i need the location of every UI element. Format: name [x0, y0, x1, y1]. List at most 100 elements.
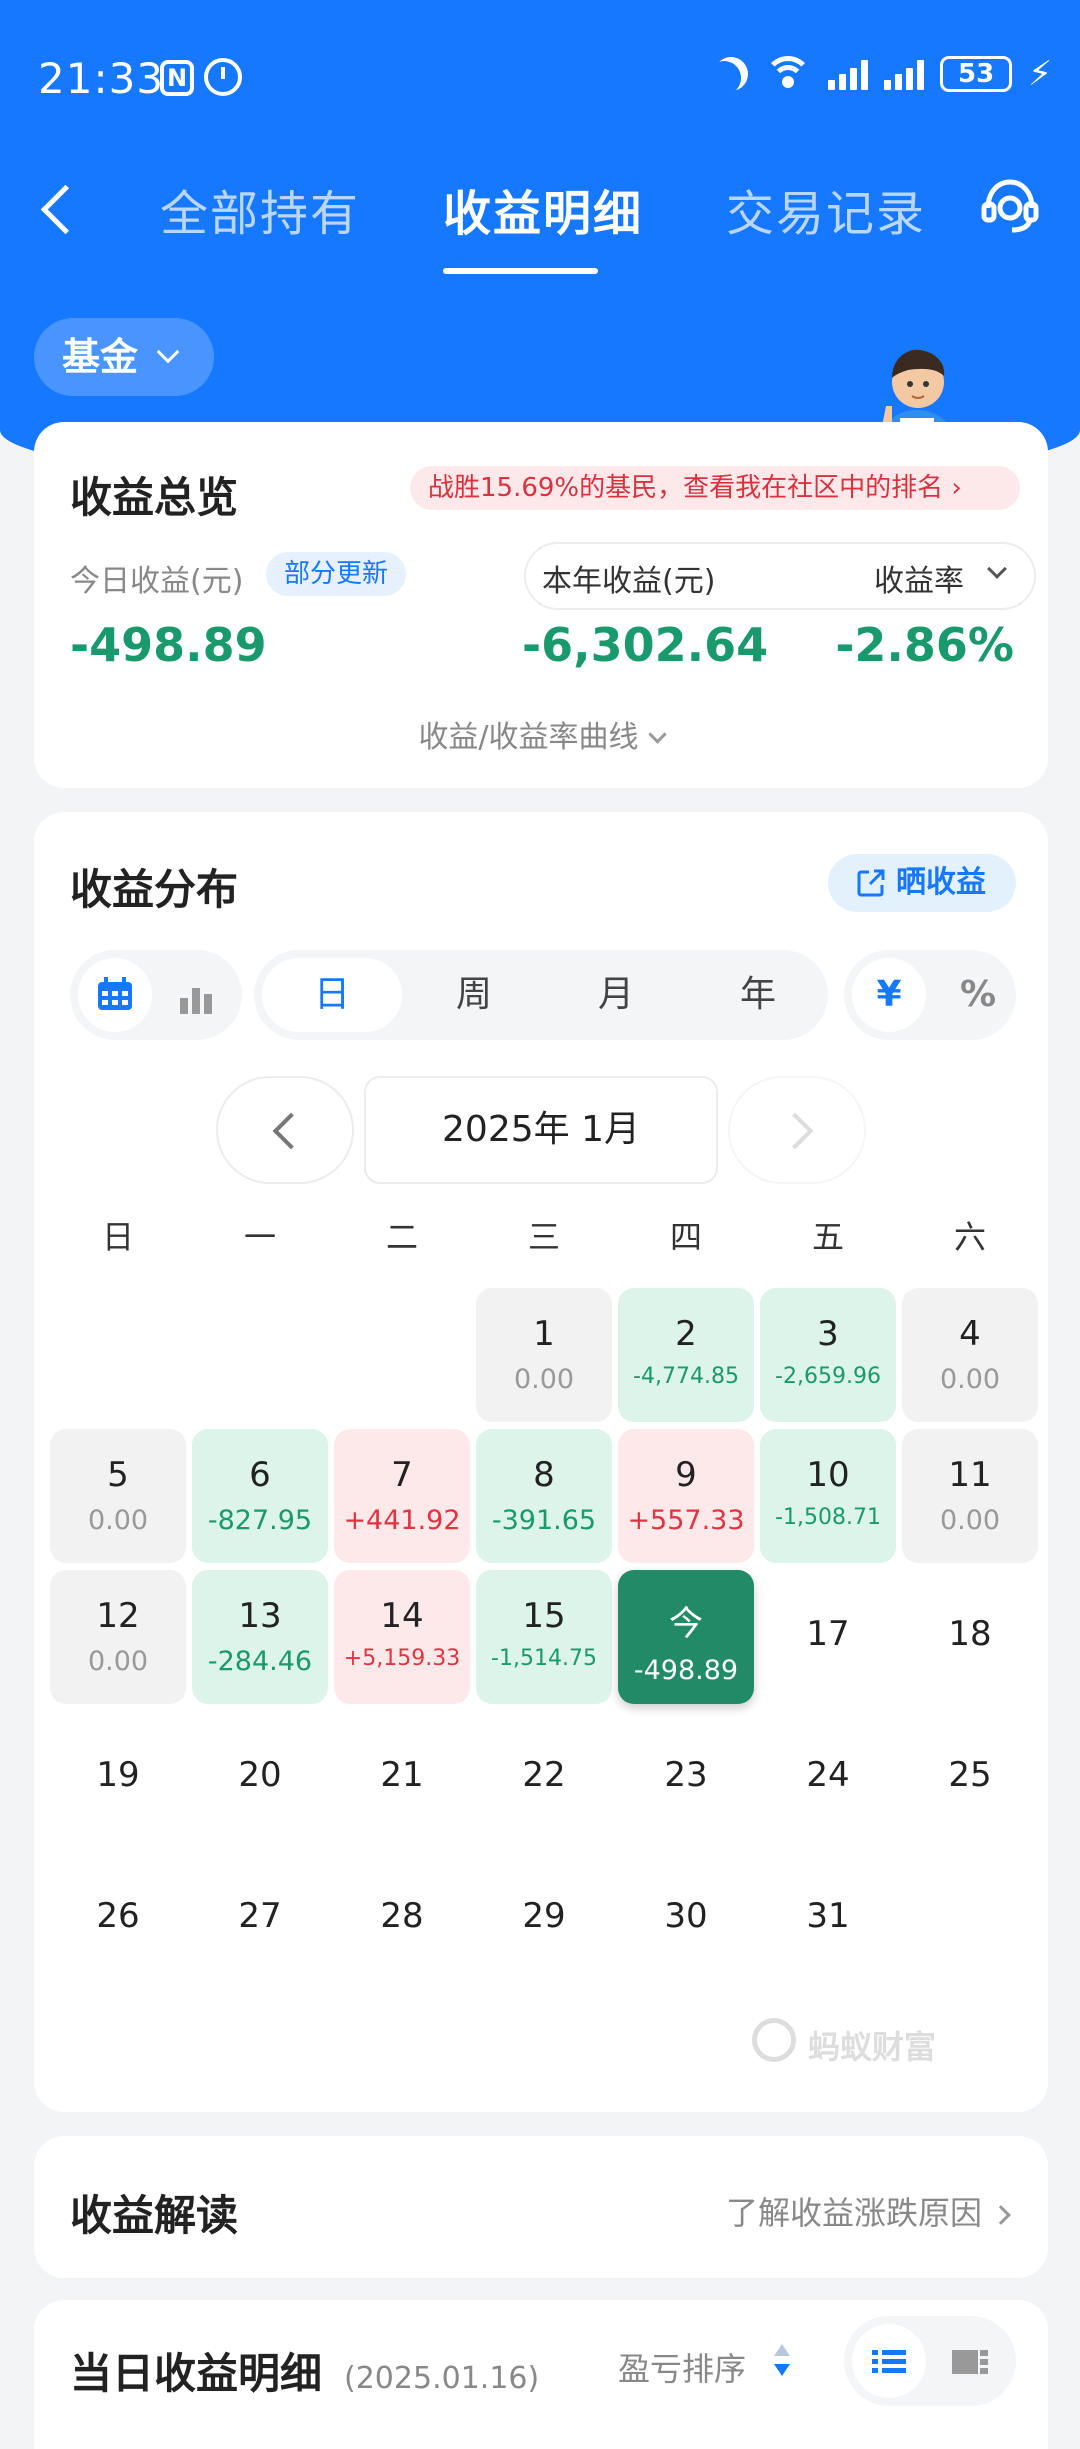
calendar-day[interactable]: 7 +441.92: [334, 1429, 470, 1563]
calendar-day[interactable]: 5 0.00: [50, 1429, 186, 1563]
list-icon: [872, 2350, 906, 2373]
chevron-right-icon: [991, 2205, 1011, 2225]
sort-button[interactable]: 盈亏排序: [618, 2344, 746, 2390]
calendar-day[interactable]: 18: [902, 1570, 1038, 1704]
day-earnings-value: -4,774.85: [633, 1364, 739, 1389]
day-number: 28: [380, 1896, 424, 1936]
day-number: 13: [238, 1596, 282, 1636]
bar-chart-icon[interactable]: [168, 966, 228, 1026]
month-label[interactable]: 2025年 1月: [364, 1076, 718, 1184]
calendar-day[interactable]: 31: [760, 1852, 896, 1986]
return-rate-dropdown[interactable]: 收益率: [874, 556, 964, 600]
calendar-day[interactable]: 23: [618, 1711, 754, 1845]
list-view-button[interactable]: [852, 2324, 926, 2398]
rank-banner[interactable]: 战胜15.69%的基民，查看我在社区中的排名 ›: [410, 466, 1020, 510]
next-month-button[interactable]: [728, 1076, 866, 1184]
calendar-day[interactable]: 21: [334, 1711, 470, 1845]
day-number: 2: [675, 1314, 697, 1354]
day-number: 7: [391, 1455, 413, 1495]
tab-all-holdings[interactable]: 全部持有: [160, 174, 360, 244]
day-earnings-value: 0.00: [939, 1505, 1001, 1536]
prev-month-button[interactable]: [216, 1076, 354, 1184]
distribution-card: 收益分布 晒收益 日 周 月 年 ¥ % 2025年 1月 日 一 二 三 四 …: [34, 812, 1048, 2112]
day-number: 14: [380, 1596, 424, 1636]
day-number: 23: [664, 1755, 708, 1795]
calendar-day[interactable]: 2 -4,774.85: [618, 1288, 754, 1422]
day-number: 27: [238, 1896, 282, 1936]
calendar-day[interactable]: 4 0.00: [902, 1288, 1038, 1422]
calendar-day[interactable]: 24: [760, 1711, 896, 1845]
year-earnings-value: -6,302.64: [522, 618, 769, 672]
day-number: 21: [380, 1755, 424, 1795]
calendar-day[interactable]: 26: [50, 1852, 186, 1986]
day-number: 10: [806, 1455, 850, 1495]
unit-yuan-button[interactable]: ¥: [852, 958, 926, 1032]
fund-filter-dropdown[interactable]: 基金: [34, 318, 214, 396]
calendar-day[interactable]: 9 +557.33: [618, 1429, 754, 1563]
brand-watermark: 蚂蚁财富: [752, 2018, 936, 2068]
calendar-day[interactable]: 1 0.00: [476, 1288, 612, 1422]
weekday-label: 三: [527, 1218, 560, 1256]
calendar-day[interactable]: 28: [334, 1852, 470, 1986]
calendar-day[interactable]: 12 0.00: [50, 1570, 186, 1704]
day-earnings-value: -2,659.96: [775, 1364, 881, 1389]
view-toggle: [70, 950, 242, 1040]
day-number: 30: [664, 1896, 708, 1936]
unit-percent-button[interactable]: %: [948, 950, 1008, 1040]
calendar-day[interactable]: 25: [902, 1711, 1038, 1845]
day-earnings-value: 0.00: [939, 1364, 1001, 1395]
calendar-day-today[interactable]: 今 -498.89: [618, 1570, 754, 1704]
calendar-day[interactable]: 3 -2,659.96: [760, 1288, 896, 1422]
calendar-view-button[interactable]: [78, 958, 152, 1032]
period-month[interactable]: 月: [546, 950, 686, 1040]
calendar-day[interactable]: 11 0.00: [902, 1429, 1038, 1563]
calendar-day[interactable]: 19: [50, 1711, 186, 1845]
signal-icon: [828, 58, 869, 90]
calendar-day[interactable]: 29: [476, 1852, 612, 1986]
curve-link-label: 收益/收益率曲线: [418, 720, 639, 755]
day-number: 20: [238, 1755, 282, 1795]
calendar-day[interactable]: 22: [476, 1711, 612, 1845]
day-number: 31: [806, 1896, 850, 1936]
day-number: 22: [522, 1755, 566, 1795]
interpretation-card[interactable]: 收益解读 了解收益涨跌原因: [34, 2136, 1048, 2278]
period-week[interactable]: 周: [404, 950, 544, 1040]
curve-toggle-link[interactable]: 收益/收益率曲线: [34, 712, 1048, 756]
sort-icon[interactable]: [770, 2340, 794, 2380]
alarm-icon: [204, 58, 242, 96]
day-earnings-value: -1,514.75: [491, 1646, 597, 1671]
weekday-label: 二: [385, 1218, 418, 1256]
share-earnings-button[interactable]: 晒收益: [828, 854, 1016, 912]
weekday-label: 四: [669, 1218, 702, 1256]
status-bar: 21:33 N 53 ⚡: [0, 50, 1080, 110]
calendar-day[interactable]: 27: [192, 1852, 328, 1986]
day-earnings-value: +5,159.33: [343, 1646, 461, 1671]
interpretation-link-label: 了解收益涨跌原因: [725, 2194, 982, 2232]
calendar-day[interactable]: 15 -1,514.75: [476, 1570, 612, 1704]
period-day[interactable]: 日: [262, 958, 402, 1032]
tab-transactions[interactable]: 交易记录: [726, 174, 926, 244]
day-earnings-value: 0.00: [87, 1646, 149, 1677]
period-year[interactable]: 年: [688, 950, 828, 1040]
calendar-day[interactable]: 14 +5,159.33: [334, 1570, 470, 1704]
calendar-day[interactable]: 20: [192, 1711, 328, 1845]
day-number: 26: [96, 1896, 140, 1936]
calendar-day[interactable]: 30: [618, 1852, 754, 1986]
calendar-day[interactable]: 13 -284.46: [192, 1570, 328, 1704]
day-number: 今: [669, 1604, 703, 1644]
unit-toggle: ¥ %: [844, 950, 1016, 1040]
status-time: 21:33: [38, 54, 165, 103]
customer-service-icon[interactable]: [978, 174, 1042, 238]
day-number: 15: [522, 1596, 566, 1636]
interpretation-link[interactable]: 了解收益涨跌原因: [725, 2188, 1011, 2234]
calendar-day[interactable]: 17: [760, 1570, 896, 1704]
calendar-day[interactable]: 10 -1,508.71: [760, 1429, 896, 1563]
back-button[interactable]: [28, 170, 88, 250]
layout-toggle: [844, 2316, 1016, 2406]
day-number: 24: [806, 1755, 850, 1795]
wifi-icon: [764, 56, 813, 92]
card-view-icon[interactable]: [940, 2332, 1000, 2392]
calendar-day[interactable]: 8 -391.65: [476, 1429, 612, 1563]
calendar-day[interactable]: 6 -827.95: [192, 1429, 328, 1563]
tab-earnings-detail[interactable]: 收益明细: [443, 174, 643, 244]
